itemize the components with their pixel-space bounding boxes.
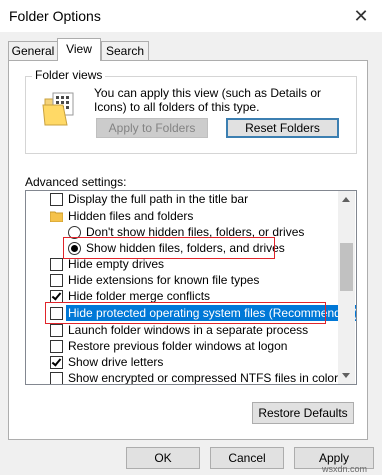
apply-to-folders-button[interactable]: Apply to Folders [96,118,208,138]
tab-view[interactable]: View [57,38,101,61]
annotation-box-show-hidden [63,237,275,259]
tab-general[interactable]: General [8,41,58,60]
reset-folders-button[interactable]: Reset Folders [226,118,339,138]
checkbox[interactable] [50,274,63,287]
setting-label: Restore previous folder windows at logon [68,339,288,353]
annotation-box-protected-files [45,302,326,324]
setting-label: Hide extensions for known file types [68,273,260,287]
scroll-thumb[interactable] [340,243,353,291]
advanced-settings-label: Advanced settings: [25,175,127,189]
advanced-settings-tree[interactable]: Display the full path in the title bar H… [25,190,357,385]
folder-icon [49,210,64,226]
watermark: wsxdn.com [322,464,368,474]
checkbox[interactable] [50,324,63,337]
checkbox[interactable] [50,372,63,384]
window-title: Folder Options [9,8,101,24]
checkbox[interactable] [50,258,63,271]
close-icon[interactable]: ✕ [351,6,371,26]
vertical-scrollbar[interactable] [338,191,355,384]
scroll-down-icon[interactable] [342,373,350,378]
setting-label: Hidden files and folders [68,209,194,223]
folder-view-icon [41,91,77,130]
tab-search[interactable]: Search [101,41,149,60]
setting-label: Launch folder windows in a separate proc… [68,323,309,337]
folder-views-description: You can apply this view (such as Details… [94,86,322,114]
checkbox[interactable] [50,340,63,353]
setting-label: Show drive letters [68,355,164,369]
title-bar: Folder Options ✕ [0,0,382,32]
checkbox[interactable] [50,356,63,369]
scroll-up-icon[interactable] [342,197,350,202]
ok-button[interactable]: OK [126,447,200,469]
folder-views-legend: Folder views [32,68,106,82]
cancel-button[interactable]: Cancel [210,447,284,469]
setting-label: Show encrypted or compressed NTFS files … [68,371,339,385]
setting-label: Display the full path in the title bar [68,192,249,206]
restore-defaults-button[interactable]: Restore Defaults [252,402,354,424]
checkbox[interactable] [50,193,63,206]
